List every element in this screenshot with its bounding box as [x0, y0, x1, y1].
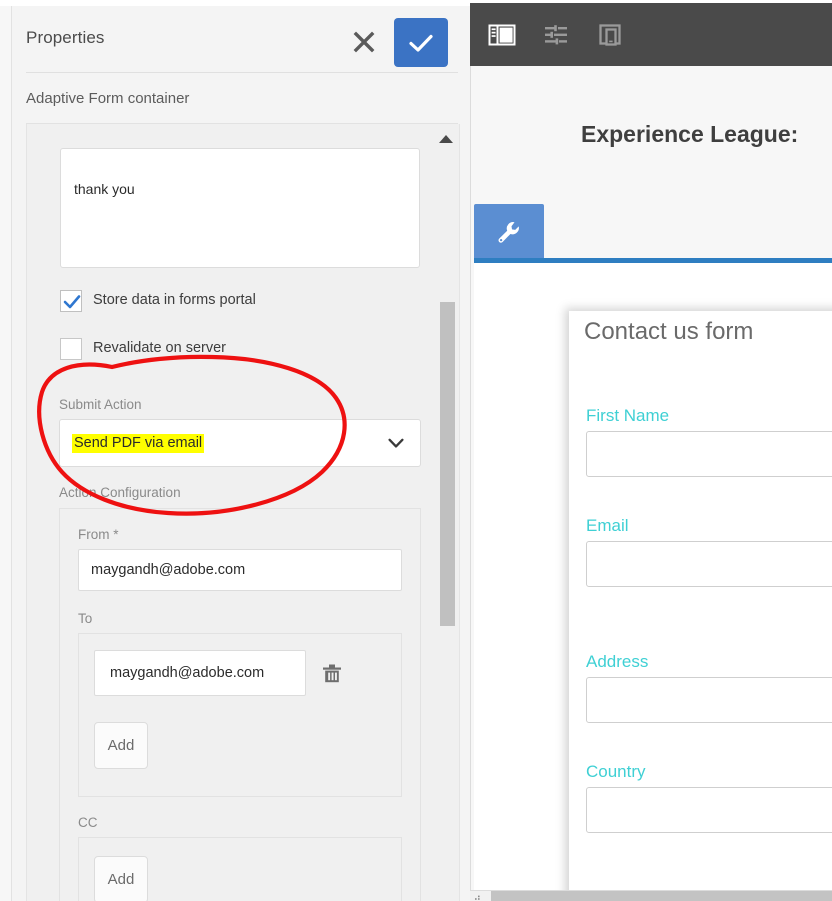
store-data-checkbox[interactable]	[60, 290, 82, 312]
properties-panel: Properties Adaptive Form container thank…	[0, 0, 470, 901]
close-button[interactable]	[348, 26, 380, 58]
scroll-up-arrow[interactable]	[439, 135, 453, 143]
action-configuration-container: From * maygandh@adobe.com To maygandh@ad…	[59, 508, 421, 901]
app-screenshot: Properties Adaptive Form container thank…	[0, 0, 832, 901]
add-to-recipient-button[interactable]: Add	[94, 722, 148, 769]
action-configuration-label: Action Configuration	[59, 485, 181, 500]
header-divider	[26, 72, 458, 73]
email-input[interactable]	[586, 541, 832, 587]
sliders-icon	[545, 25, 567, 45]
from-email-value: maygandh@adobe.com	[91, 562, 246, 578]
contact-form-card: Contact us form First Name Email Address…	[569, 311, 832, 901]
horizontal-scrollbar-thumb[interactable]	[491, 891, 832, 901]
first-name-label: First Name	[586, 406, 670, 425]
responsive-device-icon	[599, 24, 621, 46]
tab-configure[interactable]	[474, 204, 544, 260]
thank-you-message-value: thank you	[74, 181, 135, 197]
sliders-button[interactable]	[541, 20, 571, 50]
to-email-input[interactable]: maygandh@adobe.com	[94, 650, 306, 696]
email-label: Email	[586, 516, 629, 535]
check-icon	[409, 34, 433, 52]
confirm-button[interactable]	[394, 18, 448, 67]
editor-canvas: Experience League: Contact us form First…	[470, 66, 832, 901]
close-icon	[353, 31, 375, 53]
side-panel-toggle-button[interactable]	[487, 20, 517, 50]
cc-label: CC	[78, 815, 98, 830]
wrench-icon	[498, 222, 519, 243]
checkmark-icon	[63, 295, 81, 309]
from-label: From *	[78, 527, 119, 542]
submit-action-select[interactable]: Send PDF via email	[59, 419, 421, 467]
editor-toolbar	[470, 3, 832, 66]
revalidate-checkbox-label: Revalidate on server	[93, 340, 226, 356]
add-cc-recipient-button[interactable]: Add	[94, 856, 148, 901]
cc-recipients-group: Add	[78, 837, 402, 901]
canvas-heading: Experience League:	[581, 121, 799, 147]
properties-panel-body: Properties Adaptive Form container thank…	[12, 6, 470, 901]
vertical-scrollbar-thumb[interactable]	[440, 302, 455, 626]
submit-action-label: Submit Action	[59, 397, 142, 412]
first-name-input[interactable]	[586, 431, 832, 477]
address-input[interactable]	[586, 677, 832, 723]
chevron-down-icon	[388, 438, 404, 448]
to-label: To	[78, 611, 93, 626]
contact-form-title: Contact us form	[584, 318, 754, 345]
side-panel-toggle-icon	[488, 24, 516, 46]
trash-icon	[323, 664, 341, 683]
responsive-device-button[interactable]	[596, 20, 626, 50]
delete-to-recipient-button[interactable]	[320, 662, 344, 686]
component-name-label: Adaptive Form container	[26, 90, 190, 107]
to-email-value: maygandh@adobe.com	[110, 665, 265, 681]
properties-scroll-region: thank you Store data in forms portal Rev…	[26, 124, 460, 901]
submit-action-selected-value: Send PDF via email	[72, 434, 205, 453]
country-label: Country	[586, 762, 646, 781]
from-email-input[interactable]: maygandh@adobe.com	[78, 549, 402, 591]
properties-header: Properties	[12, 6, 470, 72]
page-title: Properties	[26, 28, 105, 47]
editor-pane: Experience League: Contact us form First…	[470, 0, 832, 901]
thank-you-message-textarea[interactable]: thank you	[60, 148, 420, 268]
store-data-checkbox-label: Store data in forms portal	[93, 292, 256, 308]
revalidate-checkbox[interactable]	[60, 338, 82, 360]
address-label: Address	[586, 652, 649, 671]
panel-left-edge	[0, 0, 12, 901]
resize-grip-icon[interactable]	[473, 891, 484, 901]
country-input[interactable]	[586, 787, 832, 833]
to-recipients-group: maygandh@adobe.com Add	[78, 633, 402, 797]
